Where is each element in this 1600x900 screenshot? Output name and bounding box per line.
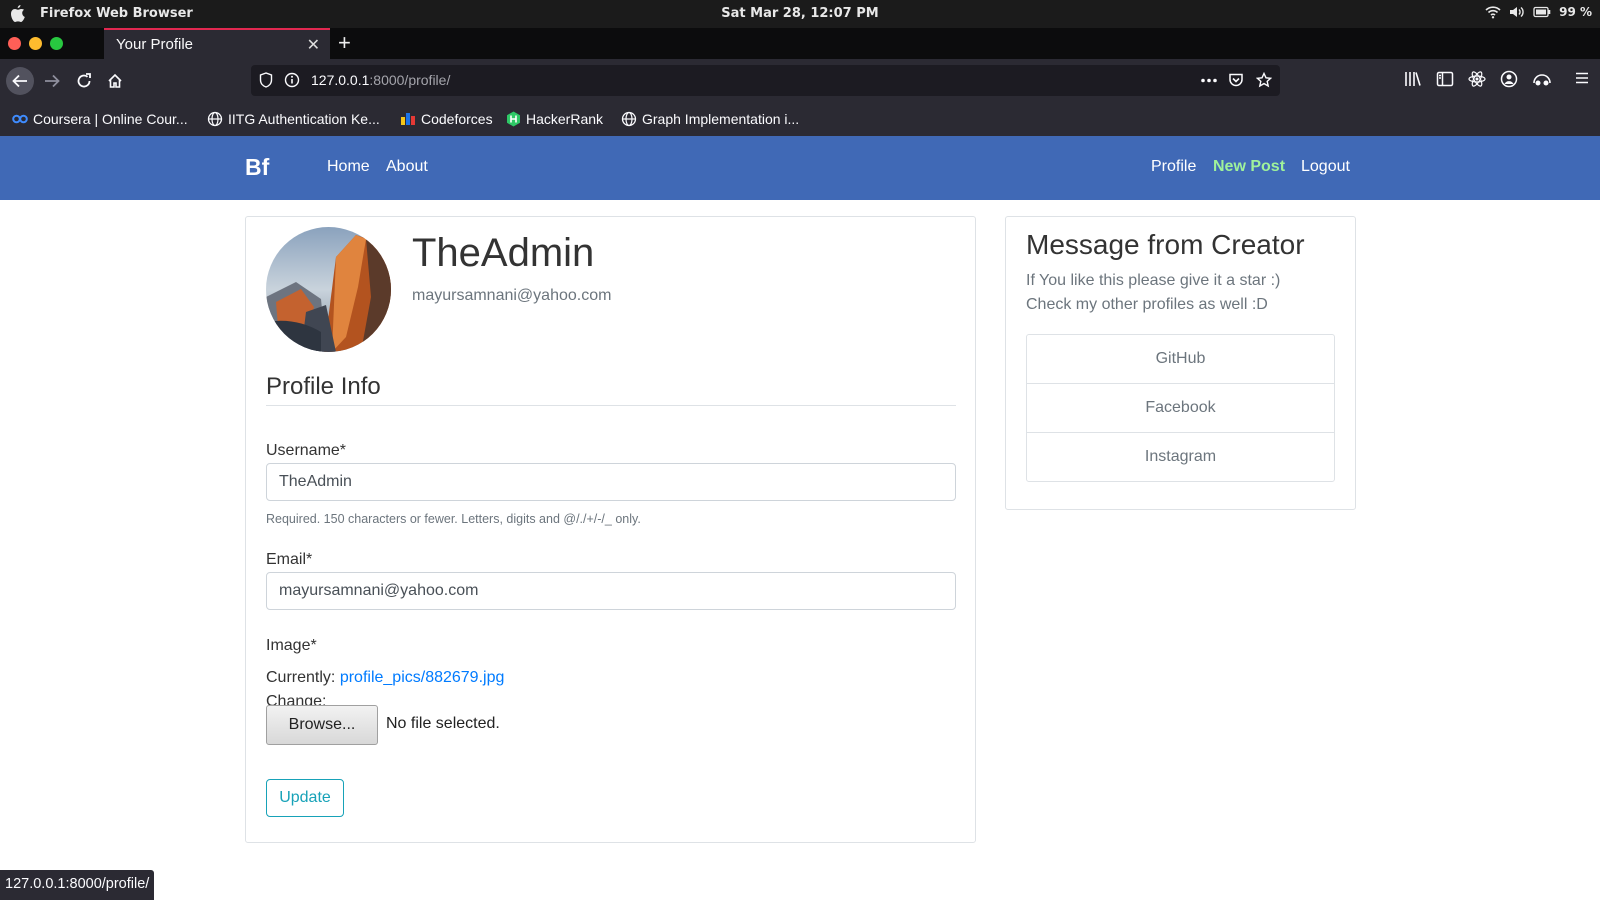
bookmarks-toolbar: Coursera | Online Cour... IITG Authentic…	[0, 103, 1600, 136]
arrow-left-icon	[12, 74, 27, 88]
url-path: :8000/profile/	[369, 72, 451, 88]
email-label: Email*	[266, 551, 313, 568]
section-divider	[266, 405, 956, 406]
account-username: TheAdmin	[412, 231, 595, 275]
site-brand[interactable]: Bf	[245, 154, 269, 181]
current-image-row: Currently: profile_pics/882679.jpg	[266, 669, 504, 687]
avatar	[266, 227, 391, 352]
new-tab-icon[interactable]: +	[338, 30, 351, 56]
browser-toolbar: 127.0.0.1:8000/profile/	[0, 59, 1600, 103]
extension-icon[interactable]	[1532, 70, 1552, 88]
battery-icon[interactable]	[1533, 6, 1551, 18]
home-icon	[108, 73, 122, 88]
window-maximize-button[interactable]	[50, 37, 63, 50]
system-clock[interactable]: Sat Mar 28, 12:07 PM	[0, 6, 1600, 21]
nav-home-link[interactable]: Home	[327, 158, 370, 176]
globe-icon	[207, 111, 223, 127]
more-actions-icon[interactable]	[1200, 78, 1218, 83]
coursera-icon	[12, 114, 28, 124]
url-host: 127.0.0.1	[311, 72, 370, 88]
tab-strip: Your Profile ✕ +	[0, 28, 1600, 59]
username-help-text: Required. 150 characters or fewer. Lette…	[266, 512, 641, 526]
section-title: Profile Info	[266, 373, 381, 400]
social-links-list: GitHub Facebook Instagram	[1026, 334, 1335, 482]
pocket-icon[interactable]	[1228, 72, 1244, 88]
update-button[interactable]: Update	[266, 779, 344, 817]
arrow-right-icon	[45, 74, 60, 88]
bookmark-label: Codeforces	[421, 111, 493, 127]
wifi-icon[interactable]	[1485, 5, 1501, 19]
account-email: mayursamnani@yahoo.com	[412, 287, 612, 304]
home-button[interactable]	[101, 67, 129, 95]
hamburger-menu-icon[interactable]	[1574, 70, 1590, 86]
hackerrank-icon	[507, 111, 520, 127]
bookmark-codeforces[interactable]: Codeforces	[400, 111, 493, 127]
os-menu-bar: Firefox Web Browser Sat Mar 28, 12:07 PM…	[0, 0, 1600, 28]
current-image-link[interactable]: profile_pics/882679.jpg	[340, 669, 505, 686]
system-tray: 99 %	[1485, 5, 1592, 19]
sidebar-title: Message from Creator	[1026, 229, 1305, 260]
nav-new-post-link[interactable]: New Post	[1213, 158, 1285, 176]
status-url-tooltip: 127.0.0.1:8000/profile/	[0, 870, 155, 900]
profile-card: TheAdmin mayursamnani@yahoo.com Profile …	[245, 216, 976, 843]
forward-button[interactable]	[38, 67, 66, 95]
battery-level: 99 %	[1559, 5, 1592, 19]
tab-your-profile[interactable]: Your Profile ✕	[104, 28, 330, 59]
currently-label: Currently:	[266, 669, 336, 686]
volume-icon[interactable]	[1509, 5, 1525, 19]
profile-image	[266, 227, 391, 352]
site-navbar: Bf Home About Profile New Post Logout	[0, 136, 1600, 200]
bookmark-label: HackerRank	[526, 111, 604, 127]
reload-icon	[77, 73, 91, 88]
window-close-button[interactable]	[8, 37, 21, 50]
facebook-link[interactable]: Facebook	[1026, 383, 1335, 433]
back-button[interactable]	[6, 67, 34, 95]
library-icon[interactable]	[1404, 70, 1422, 88]
shield-icon[interactable]	[259, 72, 273, 88]
bookmark-iitg[interactable]: IITG Authentication Ke...	[207, 111, 380, 127]
url-text[interactable]: 127.0.0.1:8000/profile/	[311, 72, 450, 88]
account-icon[interactable]	[1500, 70, 1518, 88]
sidebar-text-line2: Check my other profiles as well :D	[1026, 296, 1268, 313]
image-label: Image*	[266, 637, 317, 654]
no-file-text: No file selected.	[386, 715, 500, 732]
window-minimize-button[interactable]	[29, 37, 42, 50]
creator-message-card: Message from Creator If You like this pl…	[1005, 216, 1356, 510]
bookmark-label: IITG Authentication Ke...	[228, 111, 380, 127]
reload-button[interactable]	[70, 67, 98, 95]
username-input[interactable]	[266, 463, 956, 501]
github-link[interactable]: GitHub	[1026, 334, 1335, 384]
close-tab-icon[interactable]: ✕	[307, 35, 320, 55]
nav-logout-link[interactable]: Logout	[1301, 158, 1350, 176]
nav-about-link[interactable]: About	[386, 158, 428, 176]
nav-profile-link[interactable]: Profile	[1151, 158, 1196, 176]
bookmark-coursera[interactable]: Coursera | Online Cour...	[12, 111, 188, 127]
email-input[interactable]	[266, 572, 956, 610]
sidebar-icon[interactable]	[1436, 70, 1454, 88]
react-devtools-icon[interactable]	[1468, 70, 1486, 88]
globe-icon	[621, 111, 637, 127]
toolbar-right	[1404, 70, 1590, 88]
bookmark-hackerrank[interactable]: HackerRank	[506, 111, 603, 127]
info-icon[interactable]	[284, 72, 300, 88]
tab-title: Your Profile	[116, 36, 193, 53]
bookmark-graph[interactable]: Graph Implementation i...	[621, 111, 799, 127]
browse-button[interactable]: Browse...	[266, 705, 378, 745]
instagram-link[interactable]: Instagram	[1026, 432, 1335, 482]
address-bar[interactable]: 127.0.0.1:8000/profile/	[251, 65, 1280, 96]
bookmark-label: Graph Implementation i...	[642, 111, 800, 127]
sidebar-text-line1: If You like this please give it a star :…	[1026, 272, 1281, 289]
bookmark-label: Coursera | Online Cour...	[33, 111, 188, 127]
username-label: Username*	[266, 442, 347, 459]
bookmark-star-icon[interactable]	[1256, 72, 1272, 88]
codeforces-icon	[401, 113, 415, 125]
